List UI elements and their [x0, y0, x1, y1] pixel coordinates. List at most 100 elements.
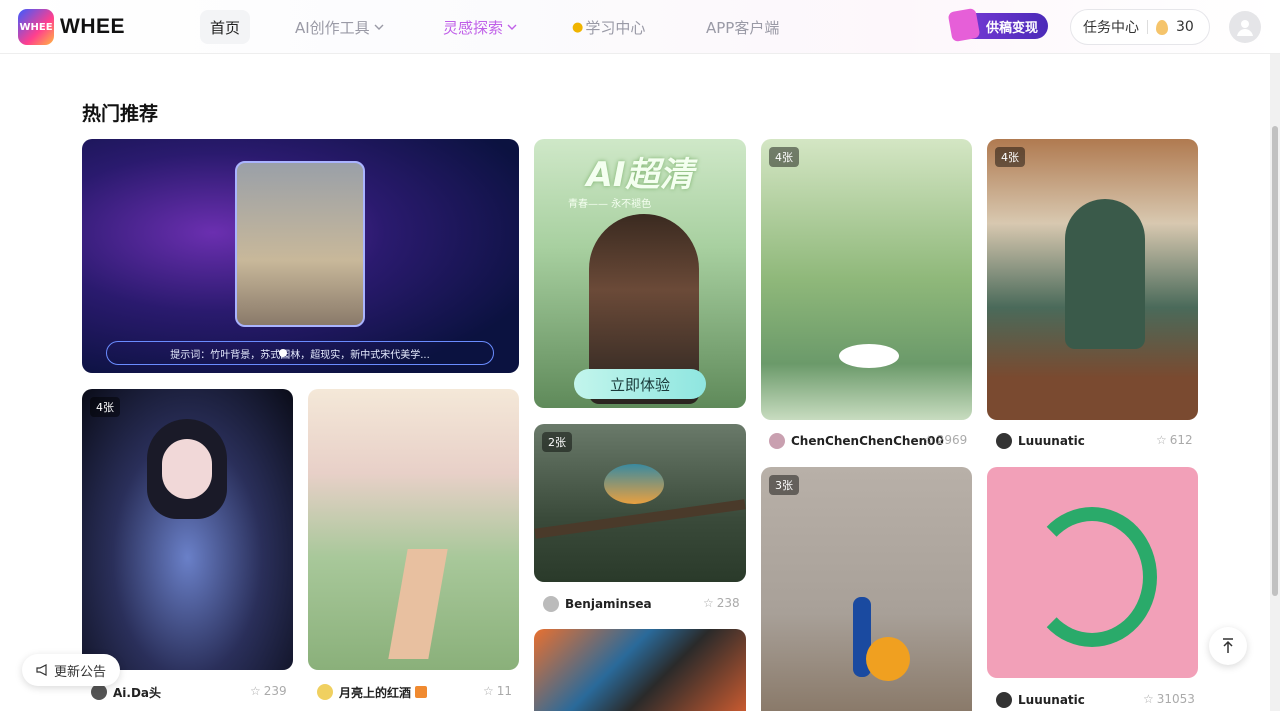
card-author[interactable]: ChenChenChenChen00 [769, 431, 944, 451]
nav-inspiration[interactable]: 灵感探索 [433, 10, 527, 44]
chevron-down-icon [507, 22, 517, 33]
like-button[interactable]: ☆ 238 [703, 596, 740, 610]
task-center-label: 任务中心 [1083, 20, 1139, 36]
artwork-card-butterfly-girl[interactable]: 4张 [82, 389, 293, 670]
avatar [996, 692, 1012, 708]
nav-app-label: APP客户端 [706, 18, 780, 37]
like-count: 612 [1169, 433, 1193, 447]
avatar [91, 684, 107, 700]
nav-learning-label: 学习中心 [585, 18, 646, 37]
nav-ai-tools-label: AI创作工具 [295, 18, 370, 37]
nav-inspiration-label: 灵感探索 [443, 18, 504, 37]
dragon-image [1027, 507, 1157, 647]
top-navigation-bar: WHEE WHEE 首页 AI创作工具 灵感探索 ● 学习中心 APP客户端 供… [0, 0, 1280, 54]
image-count-badge: 2张 [542, 432, 572, 452]
card-author[interactable]: 月亮上的红酒 [317, 682, 428, 702]
like-count: 31053 [1156, 692, 1195, 706]
vip-badge-icon [415, 686, 428, 698]
girl-image [1065, 199, 1145, 349]
artwork-card-girl-window[interactable]: 4张 [987, 139, 1198, 420]
author-name: ChenChenChenChen00 [791, 434, 944, 448]
like-button[interactable]: ☆ 612 [1156, 433, 1193, 447]
announcement-label: 更新公告 [53, 664, 106, 680]
girl-face-image [162, 439, 212, 499]
star-icon: ☆ [483, 684, 494, 698]
like-button[interactable]: ☆ 11 [483, 684, 512, 698]
nav-learning[interactable]: ● 学习中心 [562, 10, 655, 44]
scrollbar-thumb[interactable] [1272, 126, 1278, 596]
carousel-dot[interactable] [279, 349, 287, 357]
star-icon: ☆ [923, 433, 934, 447]
gift-icon [947, 7, 981, 43]
egg-coin-icon [1156, 19, 1168, 35]
nav-ai-tools[interactable]: AI创作工具 [285, 10, 394, 44]
author-name: Luuunatic [1018, 434, 1085, 448]
lightbulb-icon: ● [572, 19, 584, 35]
like-count: 239 [263, 684, 287, 698]
image-count-badge: 4张 [90, 397, 120, 417]
like-count: 11 [496, 684, 513, 698]
promo-button[interactable]: 供稿变现 [947, 7, 1048, 43]
banner-image [235, 161, 365, 327]
megaphone-icon [36, 664, 47, 676]
path-image [388, 549, 448, 659]
card-author[interactable]: Luuunatic [996, 431, 1085, 451]
author-name: Ai.Da头 [113, 685, 162, 700]
credits-count: 30 [1176, 19, 1194, 35]
logo-text: WHEE [60, 15, 125, 38]
like-count: 2969 [936, 433, 968, 447]
author-name: Benjaminsea [565, 597, 652, 611]
nav-home-label: 首页 [210, 18, 241, 37]
promo-label: 供稿变现 [985, 20, 1038, 36]
author-name: Luuunatic [1018, 693, 1085, 707]
image-count-badge: 3张 [769, 475, 799, 495]
avatar [769, 433, 785, 449]
bird-image [604, 464, 664, 504]
swan-image [839, 344, 899, 368]
try-now-button[interactable]: 立即体验 [574, 369, 706, 399]
banner-card[interactable]: 提示词：竹叶背景，苏式园林，超现实，新中式宋代美学... [82, 139, 519, 373]
branch-image [534, 499, 746, 539]
whee-logo-icon: WHEE [18, 9, 54, 45]
user-avatar[interactable] [1229, 11, 1261, 43]
promo-card[interactable]: AI超清 青春—— 永不褪色 立即体验 [534, 139, 746, 408]
artwork-card-swan[interactable]: 4张 [761, 139, 972, 420]
star-icon: ☆ [250, 684, 261, 698]
announcement-button[interactable]: 更新公告 [22, 654, 120, 686]
avatar [996, 433, 1012, 449]
artwork-card-forest-path[interactable] [308, 389, 519, 670]
divider [1147, 20, 1148, 34]
artwork-card-still-life[interactable]: 3张 [761, 467, 972, 711]
back-to-top-button[interactable] [1209, 627, 1247, 665]
artwork-card-bird[interactable]: 2张 [534, 424, 746, 582]
avatar [543, 596, 559, 612]
star-icon: ☆ [1143, 692, 1154, 706]
user-icon [1237, 20, 1253, 36]
like-button[interactable]: ☆ 31053 [1143, 692, 1195, 706]
promo-subtitle: 青春—— 永不褪色 [568, 199, 652, 210]
artwork-card-dragon[interactable] [987, 467, 1198, 678]
arrow-up-icon [1223, 638, 1233, 653]
like-button[interactable]: ☆ 2969 [923, 433, 967, 447]
logo[interactable]: WHEE WHEE [18, 9, 125, 45]
scrollbar[interactable] [1270, 54, 1280, 711]
task-center-button[interactable]: 任务中心 30 [1070, 9, 1210, 45]
author-name: 月亮上的红酒 [339, 685, 412, 700]
artwork-card-abstract[interactable] [534, 629, 746, 711]
image-count-badge: 4张 [769, 147, 799, 167]
like-count: 238 [716, 596, 740, 610]
promo-headline: AI超清 [586, 155, 694, 195]
chevron-down-icon [374, 22, 384, 33]
image-count-badge: 4张 [995, 147, 1025, 167]
orange-image [866, 637, 910, 681]
avatar [317, 684, 333, 700]
card-author[interactable]: Luuunatic [996, 690, 1085, 710]
nav-home[interactable]: 首页 [200, 10, 251, 44]
card-author[interactable]: Benjaminsea [543, 594, 652, 614]
section-title: 热门推荐 [82, 103, 159, 125]
star-icon: ☆ [703, 596, 714, 610]
like-button[interactable]: ☆ 239 [250, 684, 287, 698]
nav-app[interactable]: APP客户端 [696, 10, 789, 44]
banner-caption: 提示词：竹叶背景，苏式园林，超现实，新中式宋代美学... [106, 341, 494, 365]
star-icon: ☆ [1156, 433, 1167, 447]
